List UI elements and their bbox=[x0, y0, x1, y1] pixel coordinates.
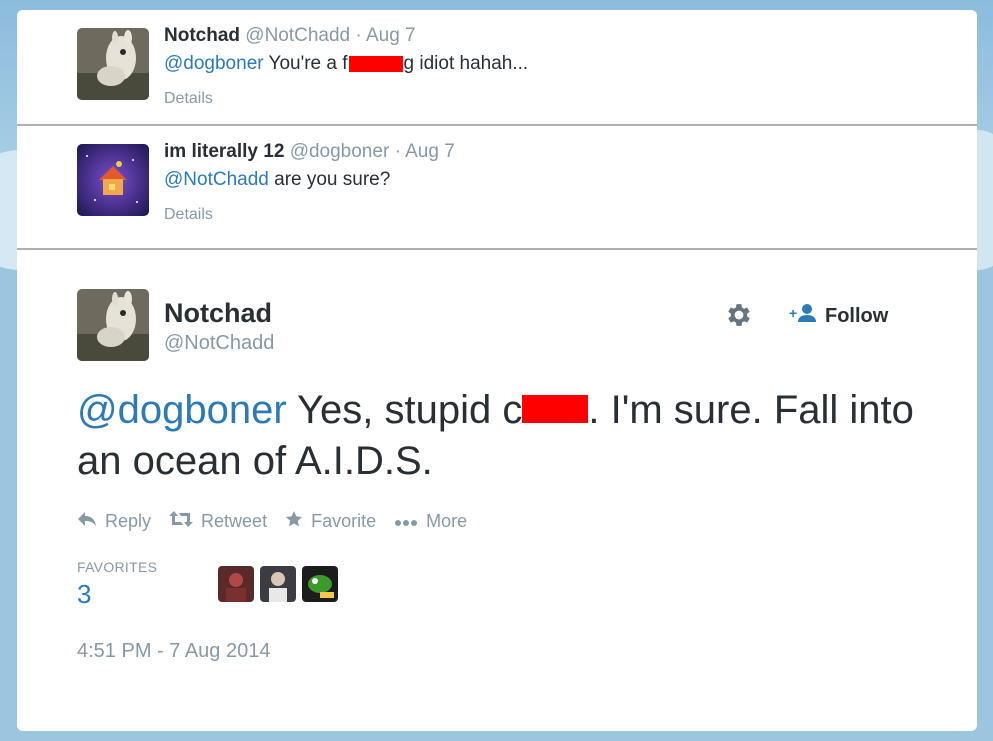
mention-link[interactable]: @dogboner bbox=[164, 53, 264, 74]
tweet-text: @dogboner Yes, stupid c. I'm sure. Fall … bbox=[77, 385, 927, 487]
svg-text:+: + bbox=[789, 305, 797, 321]
tweet-date[interactable]: Aug 7 bbox=[405, 141, 455, 162]
retweet-label: Retweet bbox=[201, 511, 268, 531]
tweet-text-part: Yes, stupid c bbox=[286, 388, 523, 432]
favorites-count[interactable]: 3 bbox=[77, 579, 91, 610]
tweet-date[interactable]: Aug 7 bbox=[366, 25, 416, 46]
user-name[interactable]: im literally 12 bbox=[164, 141, 284, 162]
mention-link[interactable]: @NotChadd bbox=[164, 169, 269, 190]
follow-label: Follow bbox=[825, 304, 889, 327]
tweet-text: @NotChadd are you sure? bbox=[164, 169, 390, 191]
conversation-tweet-1[interactable]: Notchad @NotChadd · Aug 7 @dogboner You'… bbox=[17, 10, 977, 126]
favoriter-avatar[interactable] bbox=[302, 566, 338, 602]
user-handle[interactable]: @dogboner bbox=[290, 141, 390, 162]
favorites-label: FAVORITES bbox=[77, 559, 158, 575]
favoriter-avatar[interactable] bbox=[260, 566, 296, 602]
favoriter-avatar[interactable] bbox=[218, 566, 254, 602]
follow-person-icon: + bbox=[789, 303, 817, 329]
retweet-icon bbox=[169, 511, 194, 532]
user-name[interactable]: Notchad bbox=[164, 25, 240, 46]
more-dots-icon bbox=[394, 511, 418, 532]
user-handle[interactable]: @NotChadd bbox=[245, 25, 350, 46]
author-handle[interactable]: @NotChadd bbox=[164, 332, 274, 355]
tweet-text: @dogboner You're a f g idiot hahah... bbox=[164, 53, 528, 75]
reply-button[interactable]: Reply bbox=[77, 510, 151, 533]
avatar[interactable] bbox=[77, 28, 149, 100]
tweet-permalink-card: Notchad @NotChadd · Aug 7 @dogboner You'… bbox=[17, 10, 977, 731]
tweet-text-part: You're a f bbox=[263, 53, 348, 74]
tweet-header: im literally 12 @dogboner · Aug 7 bbox=[164, 141, 455, 163]
details-link[interactable]: Details bbox=[164, 206, 213, 224]
favorite-label: Favorite bbox=[311, 511, 377, 531]
retweet-button[interactable]: Retweet bbox=[169, 510, 267, 533]
favorite-star-icon bbox=[285, 510, 303, 533]
more-button[interactable]: More bbox=[394, 510, 467, 533]
tweet-actions: Reply Retweet Favorite More bbox=[77, 510, 467, 533]
tweet-header: Notchad @NotChadd · Aug 7 bbox=[164, 25, 416, 47]
separator: · bbox=[394, 141, 401, 162]
author-avatar[interactable] bbox=[77, 289, 149, 361]
follow-button[interactable]: + Follow bbox=[789, 300, 898, 332]
conversation-tweet-2[interactable]: im literally 12 @dogboner · Aug 7 @NotCh… bbox=[17, 126, 977, 250]
details-link[interactable]: Details bbox=[164, 90, 213, 108]
redaction-box bbox=[522, 395, 589, 424]
redaction-box bbox=[348, 55, 403, 72]
separator: · bbox=[355, 25, 362, 46]
favorite-button[interactable]: Favorite bbox=[285, 510, 376, 533]
reply-icon bbox=[77, 511, 97, 532]
mention-link[interactable]: @dogboner bbox=[77, 388, 287, 432]
reply-label: Reply bbox=[105, 511, 152, 531]
gear-icon[interactable] bbox=[724, 300, 754, 330]
favoriter-avatars bbox=[218, 566, 338, 602]
avatar[interactable] bbox=[77, 144, 149, 216]
tweet-text-part: are you sure? bbox=[268, 169, 391, 190]
tweet-text-part: g idiot hahah... bbox=[403, 53, 529, 74]
author-name[interactable]: Notchad bbox=[164, 298, 272, 329]
tweet-timestamp[interactable]: 4:51 PM - 7 Aug 2014 bbox=[77, 640, 270, 663]
more-label: More bbox=[426, 511, 468, 531]
